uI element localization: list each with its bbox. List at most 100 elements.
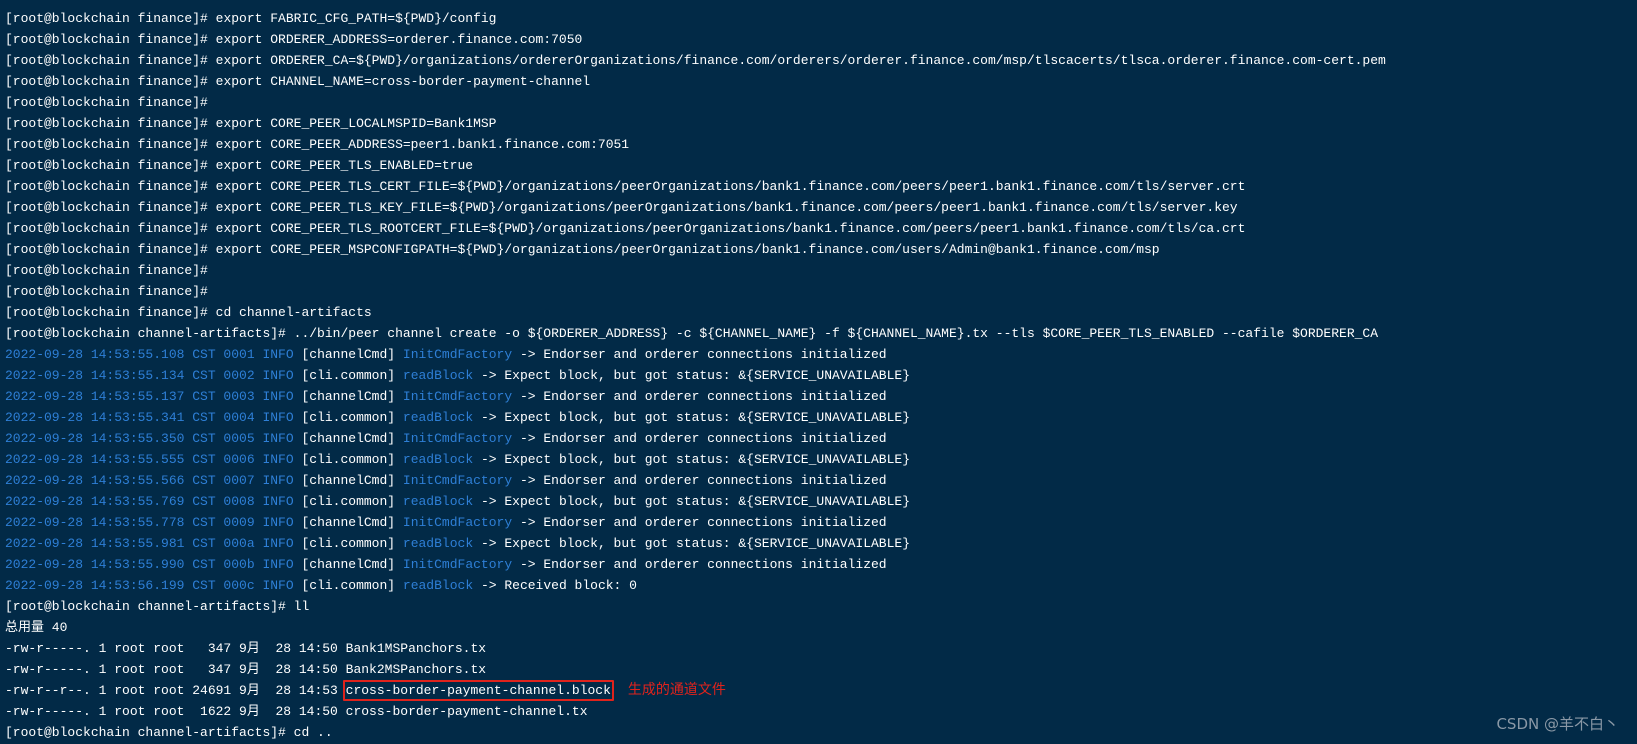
log-line: 2022-09-28 14:53:55.990 CST 000b INFO [c…: [5, 554, 1637, 575]
file-meta: -rw-r-----. 1 root root 347 9月 28 14:50: [5, 641, 346, 656]
terminal-line: [root@blockchain finance]# export CORE_P…: [5, 113, 1637, 134]
log-message: -> Endorser and orderer connections init…: [519, 431, 887, 446]
command-text: export CORE_PEER_MSPCONFIGPATH=${PWD}/or…: [215, 242, 1160, 257]
log-message: -> Expect block, but got status: &{SERVI…: [480, 452, 911, 467]
log-line: 2022-09-28 14:53:55.341 CST 0004 INFO [c…: [5, 407, 1637, 428]
log-function: InitCmdFactory: [402, 431, 513, 446]
log-module: [channelCmd]: [301, 389, 396, 404]
shell-prompt: [root@blockchain finance]#: [5, 11, 216, 26]
log-module: [channelCmd]: [301, 473, 396, 488]
log-message: -> Endorser and orderer connections init…: [519, 389, 887, 404]
shell-prompt: [root@blockchain finance]#: [5, 137, 216, 152]
log-module: [cli.common]: [301, 410, 396, 425]
log-function: InitCmdFactory: [402, 347, 513, 362]
log-module: [cli.common]: [301, 494, 396, 509]
terminal-line: [root@blockchain finance]# export ORDERE…: [5, 50, 1637, 71]
file-row: -rw-r-----. 1 root root 347 9月 28 14:50 …: [5, 659, 1637, 680]
shell-prompt: [root@blockchain finance]#: [5, 95, 216, 110]
log-message: -> Endorser and orderer connections init…: [519, 347, 887, 362]
file-meta: -rw-r-----. 1 root root 1622 9月 28 14:50: [5, 704, 346, 719]
log-message: -> Endorser and orderer connections init…: [519, 557, 887, 572]
log-timestamp: 2022-09-28 14:53:55.350 CST 0005 INFO: [5, 431, 294, 446]
log-module: [cli.common]: [301, 452, 396, 467]
log-message: -> Expect block, but got status: &{SERVI…: [480, 494, 911, 509]
command-text: export CORE_PEER_ADDRESS=peer1.bank1.fin…: [215, 137, 630, 152]
shell-prompt: [root@blockchain finance]#: [5, 221, 216, 236]
command-text: cd channel-artifacts: [215, 305, 372, 320]
shell-prompt: [root@blockchain finance]#: [5, 53, 216, 68]
terminal-line: [root@blockchain finance]# export CORE_P…: [5, 176, 1637, 197]
log-line: 2022-09-28 14:53:55.134 CST 0002 INFO [c…: [5, 365, 1637, 386]
terminal-line: [root@blockchain finance]# export CHANNE…: [5, 71, 1637, 92]
log-module: [channelCmd]: [301, 347, 396, 362]
shell-prompt: [root@blockchain channel-artifacts]#: [5, 599, 294, 614]
log-timestamp: 2022-09-28 14:53:55.769 CST 0008 INFO: [5, 494, 294, 509]
log-line: 2022-09-28 14:53:55.566 CST 0007 INFO [c…: [5, 470, 1637, 491]
command-text: export CORE_PEER_TLS_ENABLED=true: [215, 158, 474, 173]
log-line: 2022-09-28 14:53:55.778 CST 0009 INFO [c…: [5, 512, 1637, 533]
shell-prompt: [root@blockchain finance]#: [5, 32, 216, 47]
file-name: Bank2MSPanchors.tx: [345, 662, 487, 677]
terminal-line: [root@blockchain finance]#: [5, 260, 1637, 281]
terminal-line: [root@blockchain finance]# export CORE_P…: [5, 197, 1637, 218]
file-name: cross-border-payment-channel.block: [345, 683, 611, 698]
terminal-line: [root@blockchain channel-artifacts]# cd …: [5, 722, 1637, 743]
file-meta: -rw-r-----. 1 root root 347 9月 28 14:50: [5, 662, 346, 677]
log-message: -> Received block: 0: [480, 578, 637, 593]
command-text: export ORDERER_ADDRESS=orderer.finance.c…: [215, 32, 583, 47]
terminal-line: [root@blockchain finance]#: [5, 281, 1637, 302]
log-module: [cli.common]: [301, 536, 396, 551]
command-text: export CORE_PEER_TLS_ROOTCERT_FILE=${PWD…: [215, 221, 1246, 236]
command-text: export FABRIC_CFG_PATH=${PWD}/config: [215, 11, 497, 26]
log-function: readBlock: [402, 578, 474, 593]
watermark: CSDN @羊不白丶: [1496, 715, 1619, 733]
terminal-line: [root@blockchain finance]# cd channel-ar…: [5, 302, 1637, 323]
command-text: export CHANNEL_NAME=cross-border-payment…: [215, 74, 591, 89]
terminal-window[interactable]: [root@blockchain finance]# export FABRIC…: [0, 0, 1637, 744]
log-function: InitCmdFactory: [402, 473, 513, 488]
total-line: 总用量 40: [5, 620, 68, 635]
log-timestamp: 2022-09-28 14:53:55.137 CST 0003 INFO: [5, 389, 294, 404]
terminal-line: [root@blockchain finance]#: [5, 92, 1637, 113]
terminal-line: [root@blockchain finance]# export CORE_P…: [5, 239, 1637, 260]
log-function: readBlock: [402, 494, 474, 509]
command-text: export CORE_PEER_TLS_CERT_FILE=${PWD}/or…: [215, 179, 1246, 194]
command-text: cd ..: [293, 725, 333, 740]
log-message: -> Endorser and orderer connections init…: [519, 473, 887, 488]
command-text: ll: [293, 599, 310, 614]
command-text: ../bin/peer channel create -o ${ORDERER_…: [293, 326, 1379, 341]
shell-prompt: [root@blockchain finance]#: [5, 305, 216, 320]
log-module: [channelCmd]: [301, 515, 396, 530]
shell-prompt: [root@blockchain finance]#: [5, 179, 216, 194]
log-module: [channelCmd]: [301, 557, 396, 572]
log-function: readBlock: [402, 536, 474, 551]
log-timestamp: 2022-09-28 14:53:55.341 CST 0004 INFO: [5, 410, 294, 425]
file-name: Bank1MSPanchors.tx: [345, 641, 487, 656]
command-text: export CORE_PEER_TLS_KEY_FILE=${PWD}/org…: [215, 200, 1238, 215]
log-line: 2022-09-28 14:53:55.769 CST 0008 INFO [c…: [5, 491, 1637, 512]
file-name: cross-border-payment-channel.tx: [345, 704, 588, 719]
log-message: -> Endorser and orderer connections init…: [519, 515, 887, 530]
log-timestamp: 2022-09-28 14:53:55.981 CST 000a INFO: [5, 536, 294, 551]
log-function: InitCmdFactory: [402, 389, 513, 404]
log-message: -> Expect block, but got status: &{SERVI…: [480, 536, 911, 551]
file-meta: -rw-r--r--. 1 root root 24691 9月 28 14:5…: [5, 683, 346, 698]
log-line: 2022-09-28 14:53:55.350 CST 0005 INFO [c…: [5, 428, 1637, 449]
terminal-line: [root@blockchain finance]# export CORE_P…: [5, 134, 1637, 155]
log-line: 2022-09-28 14:53:55.137 CST 0003 INFO [c…: [5, 386, 1637, 407]
shell-prompt: [root@blockchain finance]#: [5, 116, 216, 131]
terminal-line: [root@blockchain finance]# export ORDERE…: [5, 29, 1637, 50]
log-module: [cli.common]: [301, 368, 396, 383]
command-text: export CORE_PEER_LOCALMSPID=Bank1MSP: [215, 116, 497, 131]
log-line: 2022-09-28 14:53:55.555 CST 0006 INFO [c…: [5, 449, 1637, 470]
terminal-line: [root@blockchain finance]# export CORE_P…: [5, 155, 1637, 176]
log-message: -> Expect block, but got status: &{SERVI…: [480, 410, 911, 425]
log-timestamp: 2022-09-28 14:53:56.199 CST 000c INFO: [5, 578, 294, 593]
log-timestamp: 2022-09-28 14:53:55.990 CST 000b INFO: [5, 557, 294, 572]
log-function: InitCmdFactory: [402, 515, 513, 530]
log-message: -> Expect block, but got status: &{SERVI…: [480, 368, 911, 383]
file-row: -rw-r-----. 1 root root 1622 9月 28 14:50…: [5, 701, 1637, 722]
log-timestamp: 2022-09-28 14:53:55.108 CST 0001 INFO: [5, 347, 294, 362]
log-function: InitCmdFactory: [402, 557, 513, 572]
log-line: 2022-09-28 14:53:55.108 CST 0001 INFO [c…: [5, 344, 1637, 365]
